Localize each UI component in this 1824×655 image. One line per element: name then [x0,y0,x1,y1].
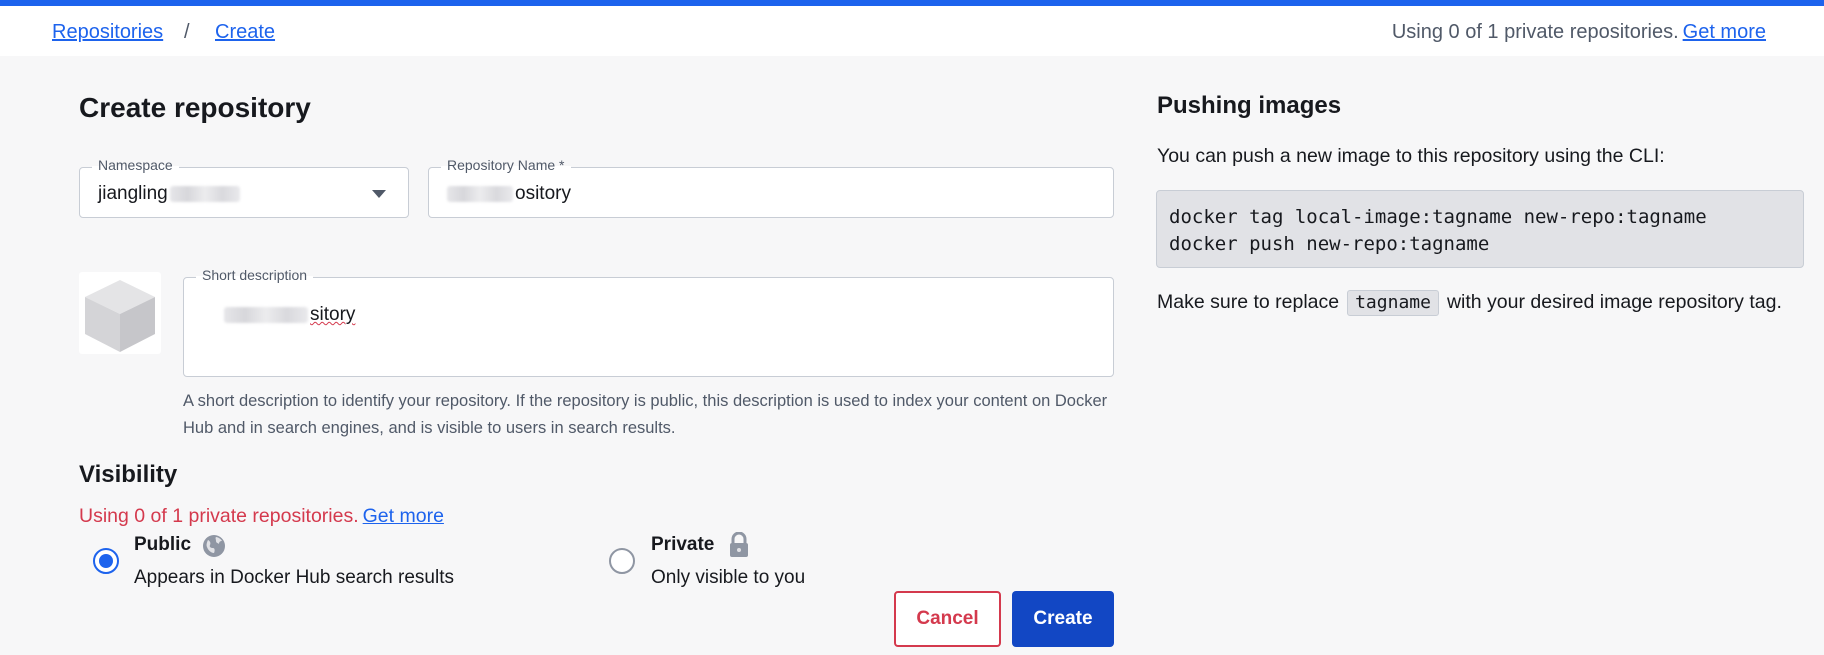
lock-icon [730,532,748,557]
short-description-label: Short description [196,267,314,283]
breadcrumb-bar: Repositories / Create Using 0 of 1 priva… [0,6,1824,56]
cli-code-block: docker tag local-image:tagname new-repo:… [1156,190,1804,268]
private-option-title: Private [651,534,715,555]
cube-icon [85,280,155,352]
namespace-label: Namespace [92,157,179,173]
repository-name-value: ository [447,183,571,205]
cli-line-tag: docker tag local-image:tagname new-repo:… [1169,206,1707,228]
repository-name-input[interactable]: Repository Name * ository [428,157,1114,218]
tagname-note: Make sure to replace tagname with your des… [1157,288,1807,316]
visibility-get-more-link[interactable]: Get more [363,505,444,527]
quota-text: Using 0 of 1 private repositories. [1391,21,1679,43]
public-option-title: Public [134,534,192,555]
private-radio[interactable] [609,548,635,574]
namespace-value: jiangling [98,183,240,205]
breadcrumb-repositories-link[interactable]: Repositories [52,21,163,44]
repository-image-placeholder [79,272,161,354]
repository-name-label: Repository Name * [441,157,571,173]
visibility-quota-warning: Using 0 of 1 private repositories. Get mo… [79,505,444,528]
page-title: Create repository [79,92,311,123]
cli-line-push: docker push new-repo:tagname [1169,233,1490,255]
visibility-title: Visibility [79,461,178,488]
get-more-link[interactable]: Get more [1683,21,1766,43]
public-option-desc: Appears in Docker Hub search results [134,567,454,588]
short-description-value: sitory [224,304,355,326]
breadcrumb-separator: / [184,21,190,43]
breadcrumb-create-link[interactable]: Create [215,21,275,44]
visibility-quota-text: Using 0 of 1 private repositories. [79,505,359,527]
globe-icon [203,535,225,557]
short-description-textarea[interactable]: Short description sitory [183,267,1114,377]
pushing-images-title: Pushing images [1157,92,1342,119]
tagname-inline-code: tagname [1347,290,1439,316]
chevron-down-icon [372,190,386,198]
private-repo-quota: Using 0 of 1 private repositories. Get mo… [1392,21,1766,44]
short-description-helper: A short description to identify your rep… [183,392,1108,437]
private-option-desc: Only visible to you [651,567,806,588]
cancel-button[interactable]: Cancel [894,591,1001,647]
public-radio[interactable] [93,548,119,574]
pushing-images-subtitle: You can push a new image to this reposit… [1157,145,1665,167]
create-button[interactable]: Create [1012,591,1114,647]
namespace-select[interactable]: Namespace jiangling [79,157,409,218]
